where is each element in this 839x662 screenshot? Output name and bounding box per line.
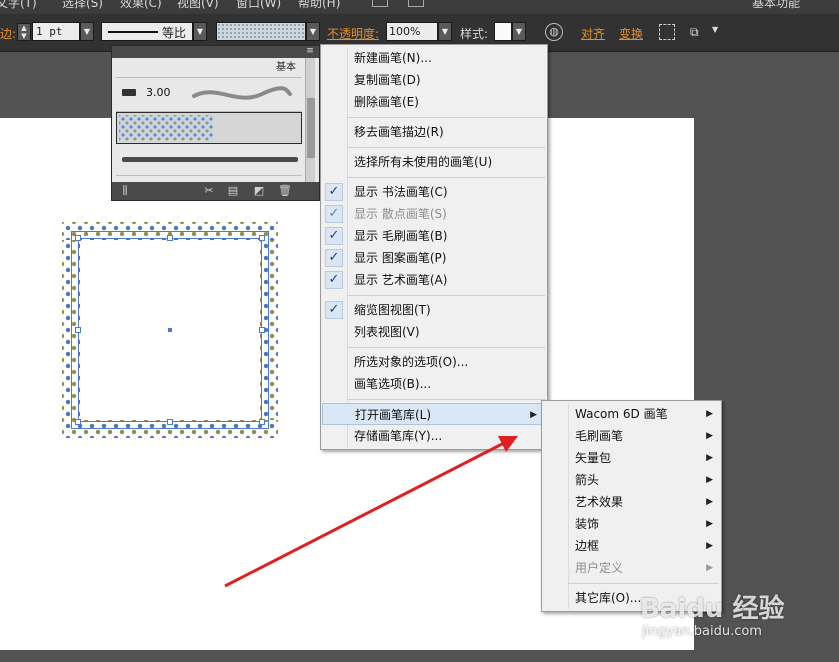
annotation-arrow-shaft xyxy=(224,440,507,588)
watermark-logo-text: Baidu 经验 xyxy=(640,594,785,624)
watermark-url: jingyan.baidu.com xyxy=(642,624,762,639)
annotation-arrow xyxy=(224,436,518,588)
baidu-watermark: Baidu 经验 jingyan.baidu.com xyxy=(640,588,810,650)
